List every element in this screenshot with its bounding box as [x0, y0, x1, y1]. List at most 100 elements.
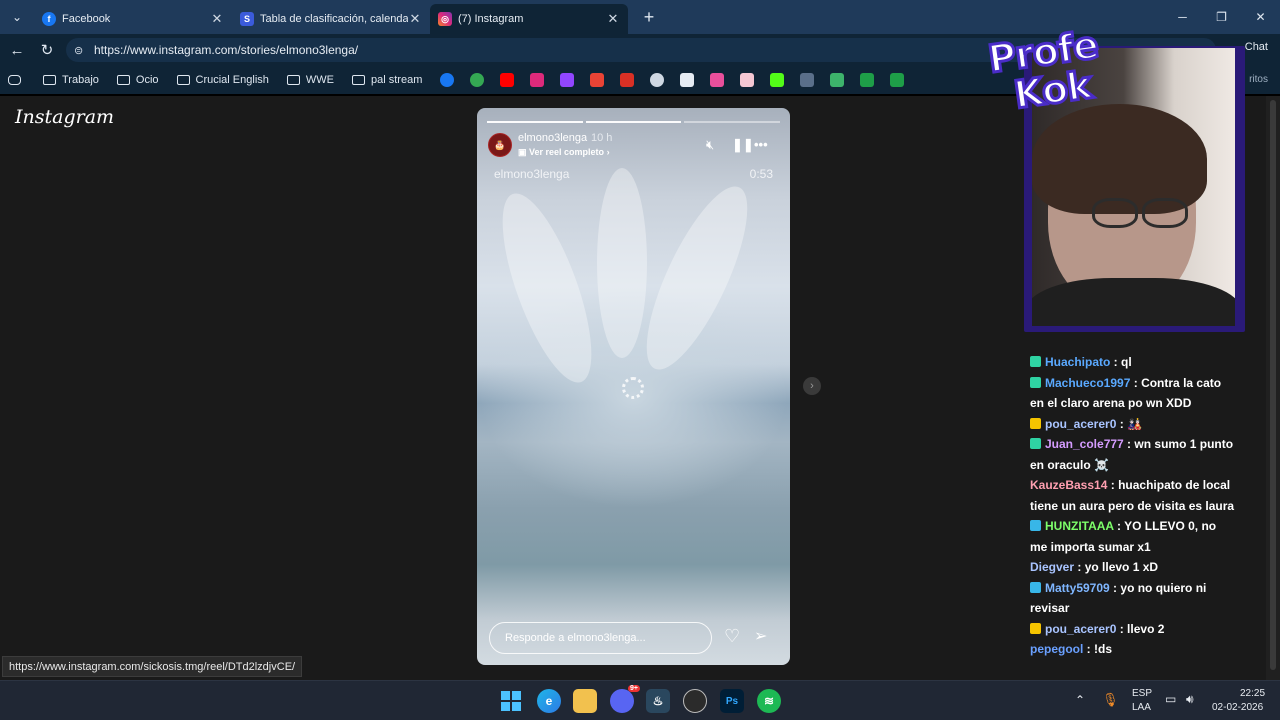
tab-facebook[interactable]: f Facebook ✕	[34, 4, 232, 34]
bookmark-folder[interactable]: Trabajo	[43, 74, 99, 86]
keyboard-layout[interactable]: LAA	[1132, 702, 1151, 720]
network-icon[interactable]: ▭	[1165, 692, 1176, 720]
favorites-label[interactable]: ritos	[1249, 74, 1268, 85]
sheets-bookmark-icon[interactable]	[860, 73, 875, 87]
folder-icon	[43, 75, 56, 85]
file-explorer-icon[interactable]	[573, 689, 597, 713]
chat-button[interactable]: Chat	[1245, 41, 1268, 53]
tab-title: Facebook	[62, 13, 111, 25]
send-icon[interactable]: ➢	[754, 626, 767, 646]
pause-icon[interactable]: ❚❚	[732, 137, 754, 153]
close-icon[interactable]: ✕	[210, 11, 224, 27]
folder-icon	[352, 75, 365, 85]
progress-segment	[684, 121, 781, 123]
chat-message: Matty59709 : yo no quiero ni revisar	[1030, 578, 1235, 619]
chat-username: KauzeBass14	[1030, 478, 1108, 492]
windows-start-icon[interactable]	[499, 689, 523, 713]
card-bookmark-icon[interactable]	[740, 73, 755, 87]
clock-date[interactable]: 02-02-2026	[1212, 702, 1263, 720]
avatar[interactable]: 🎂	[488, 133, 512, 157]
red-bookmark-icon[interactable]	[620, 73, 635, 87]
instagram-logo[interactable]: Instagram	[15, 106, 114, 128]
discord-icon[interactable]: 9+	[610, 685, 640, 713]
story-background	[597, 168, 647, 358]
chat-message: pou_acerer0 : llevo 2	[1030, 619, 1235, 640]
site-info-icon[interactable]: ⊜	[74, 44, 88, 57]
document-bookmark-icon[interactable]	[680, 73, 695, 87]
steam-icon[interactable]: ♨	[646, 689, 670, 713]
minimize-icon[interactable]: ─	[1163, 0, 1202, 34]
photoshop-icon[interactable]: Ps	[720, 689, 744, 713]
chat-text: llevo 2	[1127, 621, 1165, 636]
chat-text: 🎎	[1127, 416, 1142, 431]
streamer-shirt	[1032, 278, 1235, 326]
collections-icon[interactable]	[8, 75, 21, 85]
next-story-button[interactable]: ›	[803, 377, 821, 395]
mute-icon[interactable]: 🔇︎	[706, 137, 714, 153]
view-full-reel-link[interactable]: ▣ Ver reel completo ›	[518, 147, 610, 158]
facebook-bookmark-icon[interactable]	[440, 73, 455, 87]
reload-icon[interactable]: ↻	[32, 35, 62, 65]
chat-badge-icon	[1030, 356, 1041, 367]
chat-username: Juan_cole777	[1045, 437, 1124, 451]
instagram-icon: ◎	[438, 12, 452, 26]
new-tab-button[interactable]: +	[634, 7, 664, 28]
gmail-bookmark-icon[interactable]	[590, 73, 605, 87]
twitch-bookmark-icon[interactable]	[560, 73, 575, 87]
maximize-icon[interactable]: ❐	[1202, 0, 1241, 34]
video-duration: 0:53	[749, 167, 773, 181]
glasses	[1092, 198, 1138, 228]
page-scrollbar[interactable]	[1266, 96, 1280, 680]
chat-message: Juan_cole777 : wn sumo 1 punto en oracul…	[1030, 434, 1235, 475]
obs-icon[interactable]	[683, 689, 707, 713]
story-viewer[interactable]: 🎂 elmono3lenga 10 h ▣ Ver reel completo …	[477, 108, 790, 665]
bookmark-folder[interactable]: WWE	[286, 74, 334, 86]
pink-bookmark-icon[interactable]	[710, 73, 725, 87]
microphone-icon[interactable]: 🎙︎	[1102, 692, 1119, 720]
tab-instagram[interactable]: ◎ (7) Instagram ✕	[430, 4, 628, 34]
trophy-bookmark-icon[interactable]	[830, 73, 845, 87]
chat-message: Huachipato : ql	[1030, 352, 1235, 373]
chat-separator: :	[1074, 560, 1085, 574]
bookmark-folder[interactable]: pal stream	[352, 74, 422, 86]
youtube-bookmark-icon[interactable]	[500, 73, 515, 87]
progress-segment	[487, 121, 583, 123]
story-progress	[487, 121, 781, 123]
close-window-icon[interactable]: ✕	[1241, 0, 1280, 34]
kick-bookmark-icon[interactable]	[770, 73, 785, 87]
reply-input[interactable]: Responde a elmono3lenga...	[489, 622, 712, 654]
taskbar: e 9+ ♨ Ps ≋ ⌃ 🎙︎ ESP LAA ▭ 🔊︎ 22:25 02-0…	[0, 680, 1280, 720]
chat-username: Huachipato	[1045, 355, 1111, 369]
chevron-right-icon: ›	[604, 147, 610, 157]
spotify-icon[interactable]: ≋	[757, 689, 781, 713]
folder-icon	[286, 75, 300, 85]
discord-badge: 9+	[628, 685, 640, 692]
steam-bookmark-icon[interactable]	[800, 73, 815, 87]
close-icon[interactable]: ✕	[606, 11, 620, 27]
close-icon[interactable]: ✕	[408, 11, 422, 27]
bookmark-folder[interactable]: Crucial English	[176, 74, 269, 86]
folder-icon	[116, 75, 130, 85]
reel-link-label: Ver reel completo	[529, 147, 605, 157]
sheets-bookmark-icon[interactable]	[890, 73, 905, 87]
scrollbar-thumb[interactable]	[1270, 100, 1276, 670]
tab-stats[interactable]: S Tabla de clasificación, calendario y ✕	[232, 4, 430, 34]
chatgpt-bookmark-icon[interactable]	[650, 73, 665, 87]
edge-icon[interactable]: e	[537, 689, 561, 713]
heart-icon[interactable]: ♡	[724, 626, 740, 647]
chat-message: Machueco1997 : Contra la cato en el clar…	[1030, 373, 1235, 414]
chat-separator: :	[1110, 355, 1122, 369]
more-options-icon[interactable]: •••	[754, 137, 768, 152]
chat-username: HUNZITAAA	[1045, 519, 1114, 533]
tab-search-button[interactable]: ⌄	[0, 0, 34, 34]
folder-icon	[176, 75, 190, 85]
chevron-down-icon: ⌄	[11, 10, 23, 24]
bookmark-folder[interactable]: Ocio	[116, 74, 159, 86]
story-username[interactable]: elmono3lenga	[518, 132, 587, 144]
chat-separator: :	[1116, 416, 1128, 431]
green-bookmark-icon[interactable]	[470, 73, 485, 87]
instagram-bookmark-icon[interactable]	[530, 73, 545, 87]
chevron-up-icon[interactable]: ⌃	[1075, 693, 1085, 720]
volume-icon[interactable]: 🔊︎	[1186, 692, 1194, 720]
back-arrow-icon[interactable]: ←	[2, 35, 32, 65]
